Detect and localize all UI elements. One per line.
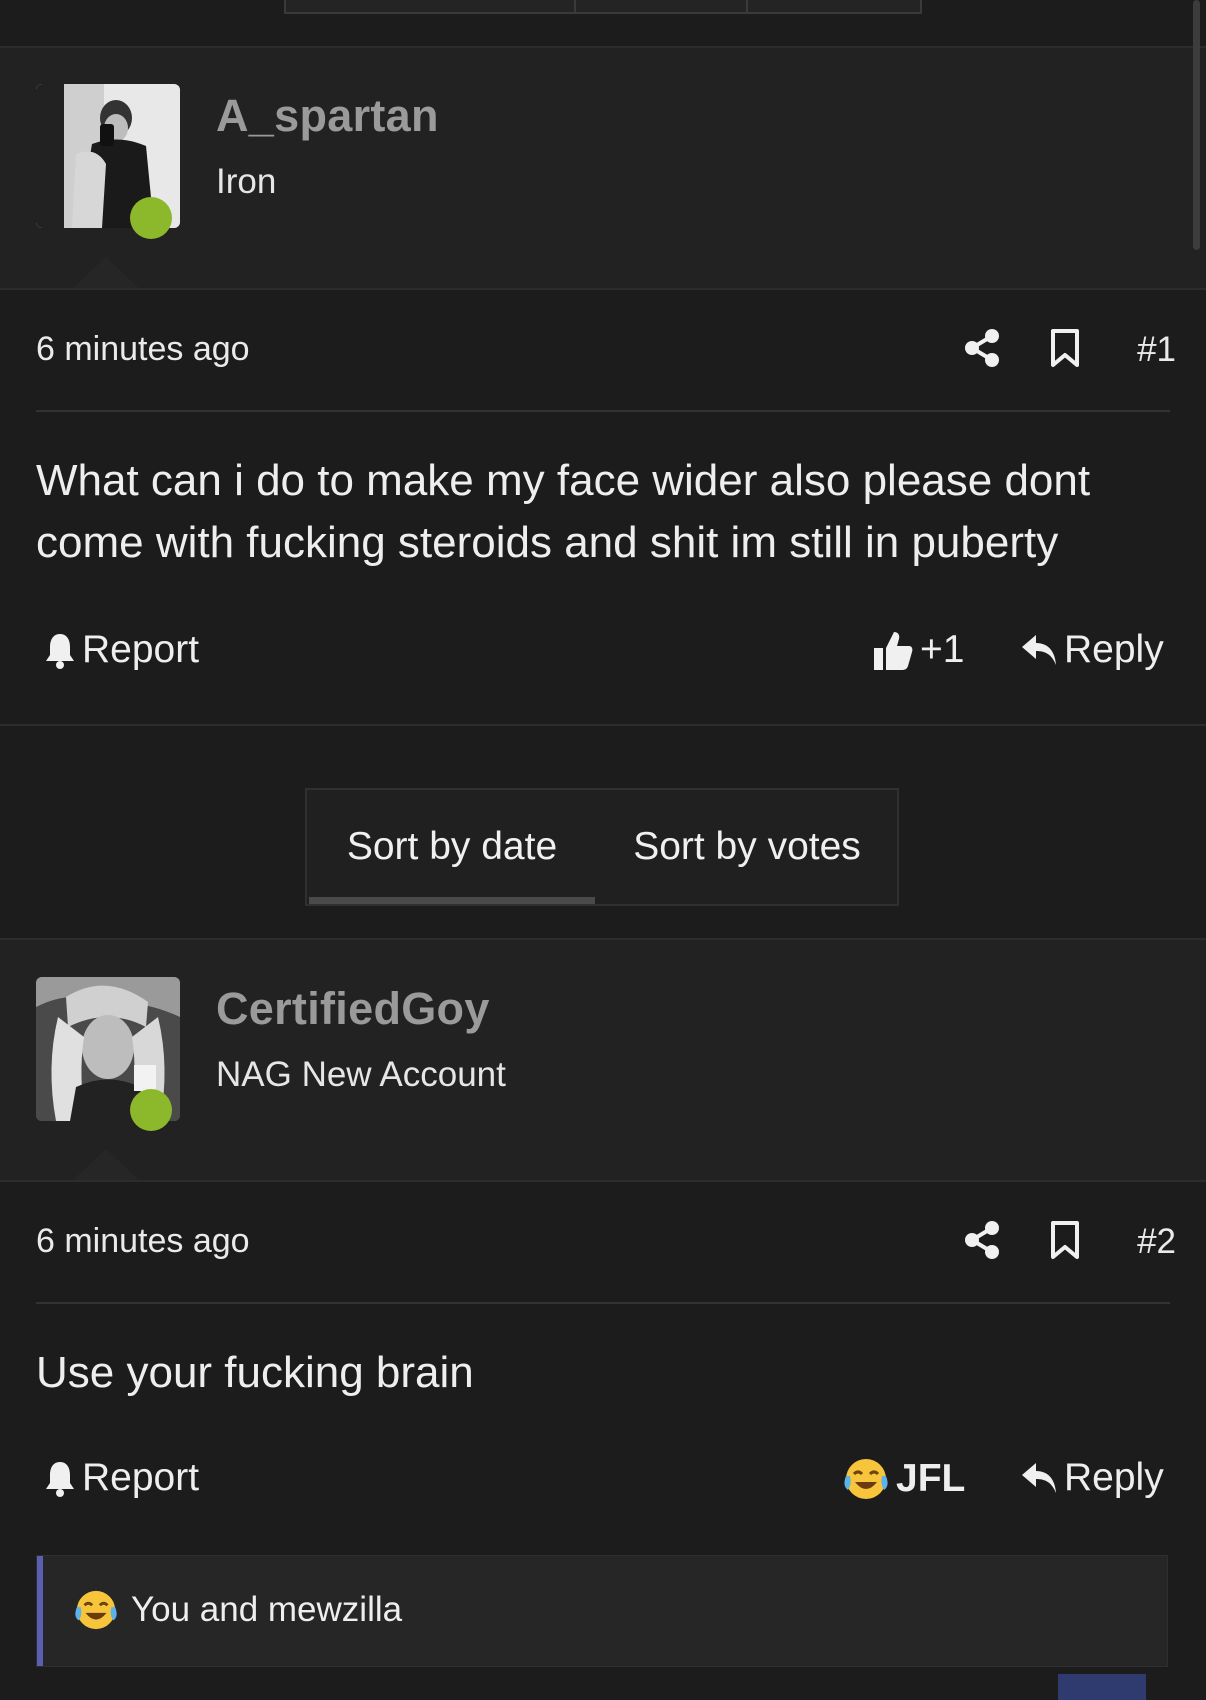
reaction-count: +1 xyxy=(920,628,965,671)
sort-by-date-tab[interactable]: Sort by date xyxy=(309,790,595,904)
post-1-author-rank: Iron xyxy=(216,162,277,201)
tab-divider xyxy=(746,0,748,12)
post-2-body: Use your fucking brain xyxy=(36,1348,474,1397)
report-label: Report xyxy=(82,628,200,671)
reply-icon xyxy=(1022,635,1056,665)
laughing-crying-emoji-icon xyxy=(73,1588,119,1637)
post-2-author-name[interactable]: CertifiedGoy xyxy=(216,983,490,1035)
thumbs-up-icon xyxy=(874,632,913,670)
divider xyxy=(0,724,1206,726)
post-1-report-button[interactable]: Report xyxy=(44,628,199,672)
author-caret xyxy=(72,1149,140,1181)
post-2-report-button[interactable]: Report xyxy=(44,1456,199,1500)
reaction-summary-accent xyxy=(37,1556,43,1666)
post-1-author-header xyxy=(0,48,1206,288)
reply-icon xyxy=(1022,1463,1056,1493)
reply-label: Reply xyxy=(1064,1456,1164,1499)
online-status-indicator xyxy=(130,197,172,239)
scrollbar[interactable] xyxy=(1193,0,1200,250)
divider xyxy=(0,288,1206,290)
active-tab-indicator xyxy=(309,897,595,904)
post-2-author-header xyxy=(0,940,1206,1180)
bell-icon xyxy=(46,1462,74,1497)
post-1-body: What can i do to make my face wider also… xyxy=(36,456,1091,567)
post-2-number[interactable]: #2 xyxy=(1137,1222,1176,1262)
post-2-reaction-button[interactable]: JFL xyxy=(842,1456,965,1502)
reaction-label: JFL xyxy=(896,1457,966,1500)
post-2-author-rank: NAG New Account xyxy=(216,1055,506,1094)
post-1-like-button[interactable]: +1 xyxy=(872,628,964,672)
share-icon[interactable] xyxy=(964,328,1000,368)
share-icon[interactable] xyxy=(964,1220,1000,1260)
sort-tabs: Sort by date Sort by votes xyxy=(305,788,899,906)
post-1-timestamp[interactable]: 6 minutes ago xyxy=(36,330,250,369)
bookmark-icon[interactable] xyxy=(1050,328,1080,368)
laughing-crying-emoji-icon xyxy=(844,1459,888,1499)
post-2-reply-button[interactable]: Reply xyxy=(1020,1456,1164,1500)
reaction-summary-text: You and mewzilla xyxy=(131,1590,403,1629)
sort-by-votes-tab[interactable]: Sort by votes xyxy=(597,790,897,904)
floating-button-remnant[interactable] xyxy=(1058,1674,1146,1700)
bookmark-icon[interactable] xyxy=(1050,1220,1080,1260)
reply-label: Reply xyxy=(1064,628,1164,671)
separator xyxy=(36,1302,1170,1304)
online-status-indicator xyxy=(130,1089,172,1131)
tab-divider xyxy=(574,0,576,12)
report-label: Report xyxy=(82,1456,200,1499)
post-1-reply-button[interactable]: Reply xyxy=(1020,628,1164,672)
post-2-timestamp[interactable]: 6 minutes ago xyxy=(36,1222,250,1261)
post-1-author-name[interactable]: A_spartan xyxy=(216,90,439,142)
top-tab-bar-remnant xyxy=(284,0,922,14)
reaction-summary[interactable]: You and mewzilla xyxy=(36,1555,1168,1667)
author-caret xyxy=(72,257,140,289)
separator xyxy=(36,410,1170,412)
divider xyxy=(0,1180,1206,1182)
post-1-number[interactable]: #1 xyxy=(1137,330,1176,370)
bell-icon xyxy=(46,634,74,669)
